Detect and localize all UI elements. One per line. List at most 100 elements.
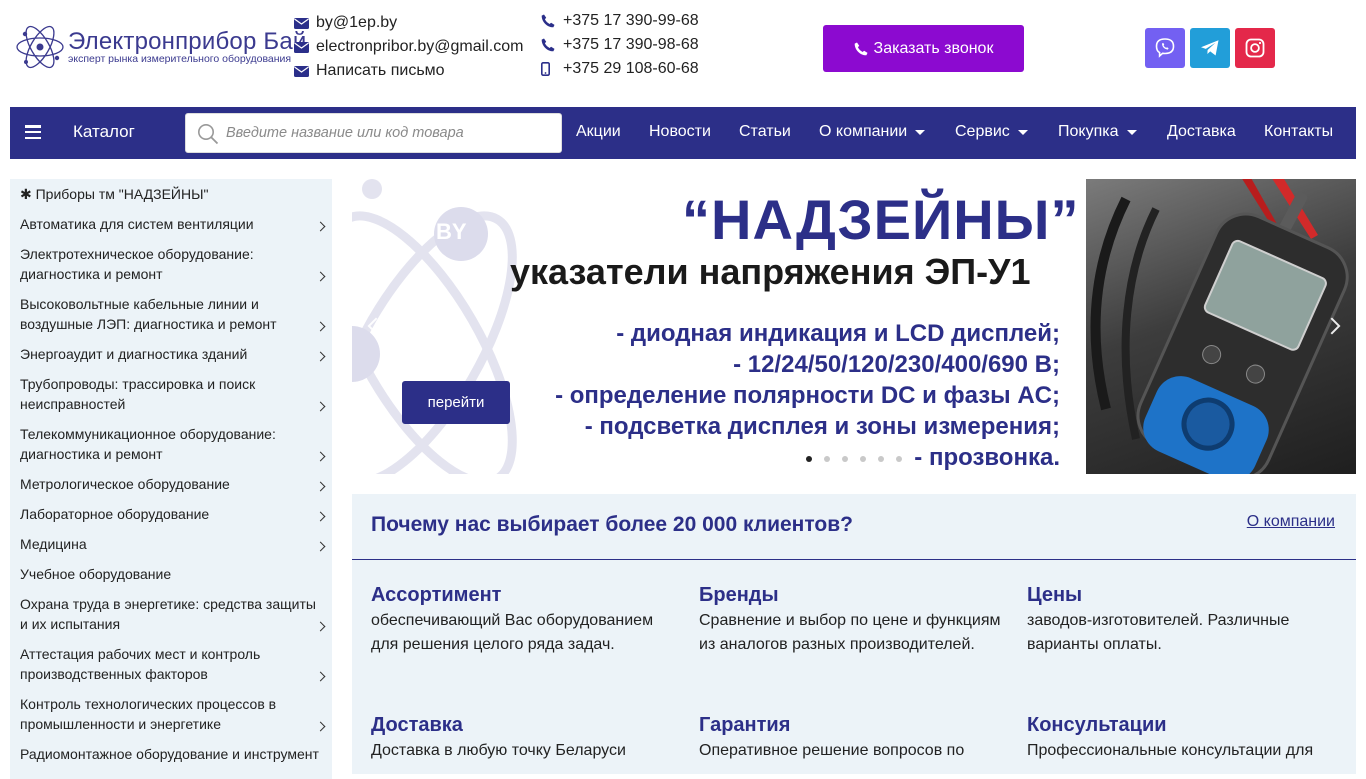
slider-dot[interactable] [842, 456, 848, 462]
write-letter-row[interactable]: Написать письмо [294, 59, 523, 83]
banner-feature-line: - прозвонка. [914, 444, 1060, 471]
chevron-right-icon [315, 321, 326, 332]
caret-down-icon [915, 129, 926, 135]
instagram-icon [1245, 38, 1265, 58]
nav-item-delivery[interactable]: Доставка [1167, 123, 1236, 141]
banner-go-button[interactable]: перейти [402, 381, 510, 424]
viber-button[interactable] [1145, 28, 1185, 68]
phone-row[interactable]: +375 17 390-99-68 [541, 9, 699, 33]
sidebar-item-radio-tools[interactable]: Радиомонтажное оборудование и инструмент [20, 744, 326, 764]
feature-title: Гарантия [699, 714, 791, 736]
chevron-right-icon [315, 451, 326, 462]
sidebar-item-energy-audit[interactable]: Энергоаудит и диагностика зданий [20, 344, 326, 364]
phone-number[interactable]: +375 17 390-99-68 [563, 12, 699, 30]
sidebar-item-electrotech[interactable]: Электротехническое оборудование: диагнос… [20, 244, 326, 284]
search-input[interactable] [226, 114, 556, 152]
write-letter-link[interactable]: Написать письмо [316, 62, 445, 80]
menu-burger-icon[interactable] [25, 125, 41, 140]
nav-item-news[interactable]: Новости [649, 123, 711, 141]
chevron-right-icon [315, 401, 326, 412]
chevron-right-icon [315, 351, 326, 362]
phone-row[interactable]: +375 17 390-98-68 [541, 33, 699, 57]
email-row[interactable]: by@1ep.by [294, 11, 523, 35]
telegram-button[interactable] [1190, 28, 1230, 68]
chevron-right-icon [315, 221, 326, 232]
feature-title: Цены [1027, 584, 1083, 606]
sidebar-item-process-control[interactable]: Контроль технологических процессов в про… [20, 694, 326, 734]
catalog-button[interactable]: Каталог [73, 122, 135, 142]
email-gmail[interactable]: electronpribor.by@gmail.com [316, 38, 523, 56]
email-contacts: by@1ep.by electronpribor.by@gmail.com На… [294, 11, 523, 83]
sidebar-item-hv-cables[interactable]: Высоковольтные кабельные линии и воздушн… [20, 294, 326, 334]
nav-item-service[interactable]: Сервис [955, 123, 1028, 141]
phone-number[interactable]: +375 29 108-60-68 [563, 60, 699, 78]
feature-warranty: Гарантия Оперативное решение вопросов по [699, 712, 1009, 763]
sidebar-item-pipelines[interactable]: Трубопроводы: трассировка и поиск неиспр… [20, 374, 326, 414]
nav-item-promotions[interactable]: Акции [576, 123, 621, 141]
feature-title: Консультации [1027, 714, 1167, 736]
promo-banner-slider: BY “НАДЗЕЙНЫ” указатели напряжения ЭП-У1… [352, 179, 1356, 474]
why-header: Почему нас выбирает более 20 000 клиенто… [352, 494, 1356, 560]
site-logo[interactable]: Электронприбор Бай эксперт рынка измерит… [16, 20, 306, 74]
phone-number[interactable]: +375 17 390-98-68 [563, 36, 699, 54]
sidebar-item-workplace-cert[interactable]: Аттестация рабочих мест и контроль произ… [20, 644, 326, 684]
slider-dot[interactable] [806, 456, 812, 462]
instagram-button[interactable] [1235, 28, 1275, 68]
search-icon[interactable] [197, 123, 219, 145]
sidebar-item-medicine[interactable]: Медицина [20, 534, 326, 554]
nav-item-purchase[interactable]: Покупка [1058, 123, 1137, 141]
feature-text: заводов-изготовителей. Различные вариант… [1027, 612, 1290, 653]
chevron-right-icon [315, 541, 326, 552]
caret-down-icon [1017, 129, 1028, 135]
feature-text: Сравнение и выбор по цене и функциям из … [699, 612, 1001, 653]
slider-dot[interactable] [860, 456, 866, 462]
callback-label: Заказать звонок [873, 39, 994, 57]
main-navbar: Каталог Акции Новости Статьи О компании … [10, 107, 1356, 159]
nav-item-about[interactable]: О компании [819, 123, 926, 141]
banner-feature-line: - 12/24/50/120/230/400/690 В; [733, 351, 1060, 378]
slider-pagination [806, 456, 902, 462]
sidebar-item-metrology[interactable]: Метрологическое оборудование [20, 474, 326, 494]
email-primary[interactable]: by@1ep.by [316, 14, 397, 32]
viber-icon [1155, 38, 1175, 58]
feature-prices: Цены заводов-изготовителей. Различные ва… [1027, 582, 1337, 657]
mobile-phone-icon [541, 62, 563, 76]
banner-feature-line: - диодная индикация и LCD дисплей; [616, 320, 1060, 347]
chevron-right-icon [315, 271, 326, 282]
sidebar-item-education[interactable]: Учебное оборудование [20, 564, 326, 584]
banner-feature-line: - определение полярности DC и фазы AC; [555, 382, 1060, 409]
feature-title: Доставка [371, 714, 463, 736]
email-row[interactable]: electronpribor.by@gmail.com [294, 35, 523, 59]
feature-text: обеспечивающий Вас оборудованием для реш… [371, 612, 654, 653]
banner-badge: BY [436, 219, 467, 244]
envelope-icon [294, 17, 316, 29]
slider-dot[interactable] [878, 456, 884, 462]
nav-item-contacts[interactable]: Контакты [1264, 123, 1333, 141]
sidebar-item-telecom[interactable]: Телекоммуникационное оборудование: диагн… [20, 424, 326, 464]
section-title: Почему нас выбирает более 20 000 клиенто… [371, 513, 853, 536]
logo-name: Электронприбор Бай [68, 28, 307, 55]
telegram-icon [1201, 40, 1219, 56]
banner-subtitle: указатели напряжения ЭП-У1 [510, 251, 1031, 292]
phone-row[interactable]: +375 29 108-60-68 [541, 57, 699, 81]
slider-dot[interactable] [896, 456, 902, 462]
slider-dot[interactable] [824, 456, 830, 462]
feature-assortment: Ассортимент обеспечивающий Вас оборудова… [371, 582, 681, 657]
sidebar-item-labor-safety[interactable]: Охрана труда в энергетике: средства защи… [20, 594, 326, 634]
chevron-right-icon [315, 671, 326, 682]
chevron-right-icon [315, 721, 326, 732]
order-callback-button[interactable]: Заказать звонок [823, 25, 1024, 72]
phone-icon [541, 38, 563, 52]
about-company-link[interactable]: О компании [1247, 513, 1335, 531]
why-choose-us-section: Почему нас выбирает более 20 000 клиенто… [352, 494, 1356, 774]
sidebar-item-nadzeyny[interactable]: ✱ Приборы тм "НАДЗЕЙНЫ" [20, 184, 326, 204]
site-header: Электронприбор Бай эксперт рынка измерит… [0, 0, 1366, 107]
catalog-sidebar: ✱ Приборы тм "НАДЗЕЙНЫ" Автоматика для с… [10, 179, 332, 779]
product-photo [1086, 179, 1356, 474]
phone-icon [854, 42, 868, 55]
sidebar-item-ventilation[interactable]: Автоматика для систем вентиляции [20, 214, 326, 234]
chevron-right-icon [315, 511, 326, 522]
sidebar-item-laboratory[interactable]: Лабораторное оборудование [20, 504, 326, 524]
nav-item-articles[interactable]: Статьи [739, 123, 791, 141]
feature-title: Ассортимент [371, 584, 502, 606]
